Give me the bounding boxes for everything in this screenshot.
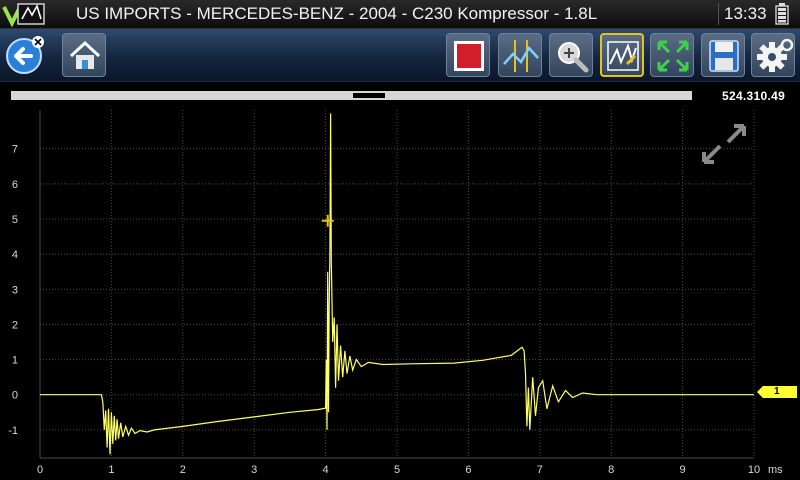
save-icon <box>709 40 739 72</box>
x-tick-label: 5 <box>394 464 400 476</box>
title-bar: US IMPORTS - MERCEDES-BENZ - 2004 - C230… <box>0 0 800 29</box>
x-tick-label: 10 <box>748 464 760 476</box>
battery-icon <box>775 3 789 25</box>
timeline-timestamp: 524.310.49 <box>722 89 786 103</box>
title-separator <box>718 3 719 25</box>
y-tick-label: -1 <box>8 425 18 437</box>
x-axis-unit: ms <box>768 464 783 476</box>
zoom-button[interactable] <box>549 33 593 77</box>
y-tick-label: 1 <box>12 355 18 367</box>
x-tick-label: 9 <box>680 464 686 476</box>
x-tick-label: 2 <box>180 464 186 476</box>
trigger-button[interactable] <box>600 33 644 77</box>
save-button[interactable] <box>701 33 745 77</box>
home-icon <box>69 40 101 69</box>
toolbar <box>0 29 800 82</box>
x-tick-label: 8 <box>608 464 614 476</box>
x-tick-label: 3 <box>251 464 257 476</box>
zoom-icon <box>558 42 589 73</box>
clock: 13:33 <box>724 4 767 23</box>
waveform-plot[interactable]: 76543210-1 0 1 2 3 4 5 6 7 8 9 10 ms <box>0 105 800 480</box>
x-tick-label: 4 <box>323 464 329 476</box>
cursors-button[interactable] <box>498 33 542 77</box>
x-tick-label: 6 <box>465 464 471 476</box>
back-button[interactable] <box>3 33 47 77</box>
y-tick-label: 3 <box>12 284 18 296</box>
fullscreen-icon <box>657 40 689 72</box>
expand-icon[interactable] <box>700 122 748 166</box>
trigger-icon <box>607 41 639 71</box>
y-tick-label: 0 <box>12 390 18 402</box>
gear-icon <box>757 38 794 72</box>
x-tick-label: 0 <box>37 464 43 476</box>
home-button[interactable] <box>62 33 106 77</box>
timeline-scrollbar[interactable] <box>11 91 692 100</box>
stop-icon <box>454 41 484 71</box>
y-tick-label: 2 <box>12 319 18 331</box>
y-axis-ticks: 7 6 5 4 3 2 1 0 -1 <box>8 144 18 437</box>
back-arrow-icon <box>6 36 44 74</box>
settings-button[interactable] <box>751 33 795 77</box>
y-tick-label: 4 <box>12 249 18 261</box>
trigger-marker[interactable] <box>321 214 334 227</box>
x-axis-ticks: 0 1 2 3 4 5 6 7 8 9 10 <box>37 464 760 476</box>
x-tick-label: 1 <box>108 464 114 476</box>
vehicle-title: US IMPORTS - MERCEDES-BENZ - 2004 - C230… <box>76 4 598 23</box>
y-tick-label: 6 <box>12 179 18 191</box>
app-logo-icon <box>2 3 45 27</box>
scrollbar-thumb[interactable] <box>353 93 385 98</box>
stop-record-button[interactable] <box>446 33 490 77</box>
y-tick-label: 7 <box>12 144 18 156</box>
cursor-icon <box>503 40 539 72</box>
channel-label: 1 <box>774 386 780 397</box>
x-tick-label: 7 <box>537 464 543 476</box>
y-tick-label: 5 <box>12 214 18 226</box>
fullscreen-button[interactable] <box>650 33 694 77</box>
plot-grid <box>39 110 755 459</box>
